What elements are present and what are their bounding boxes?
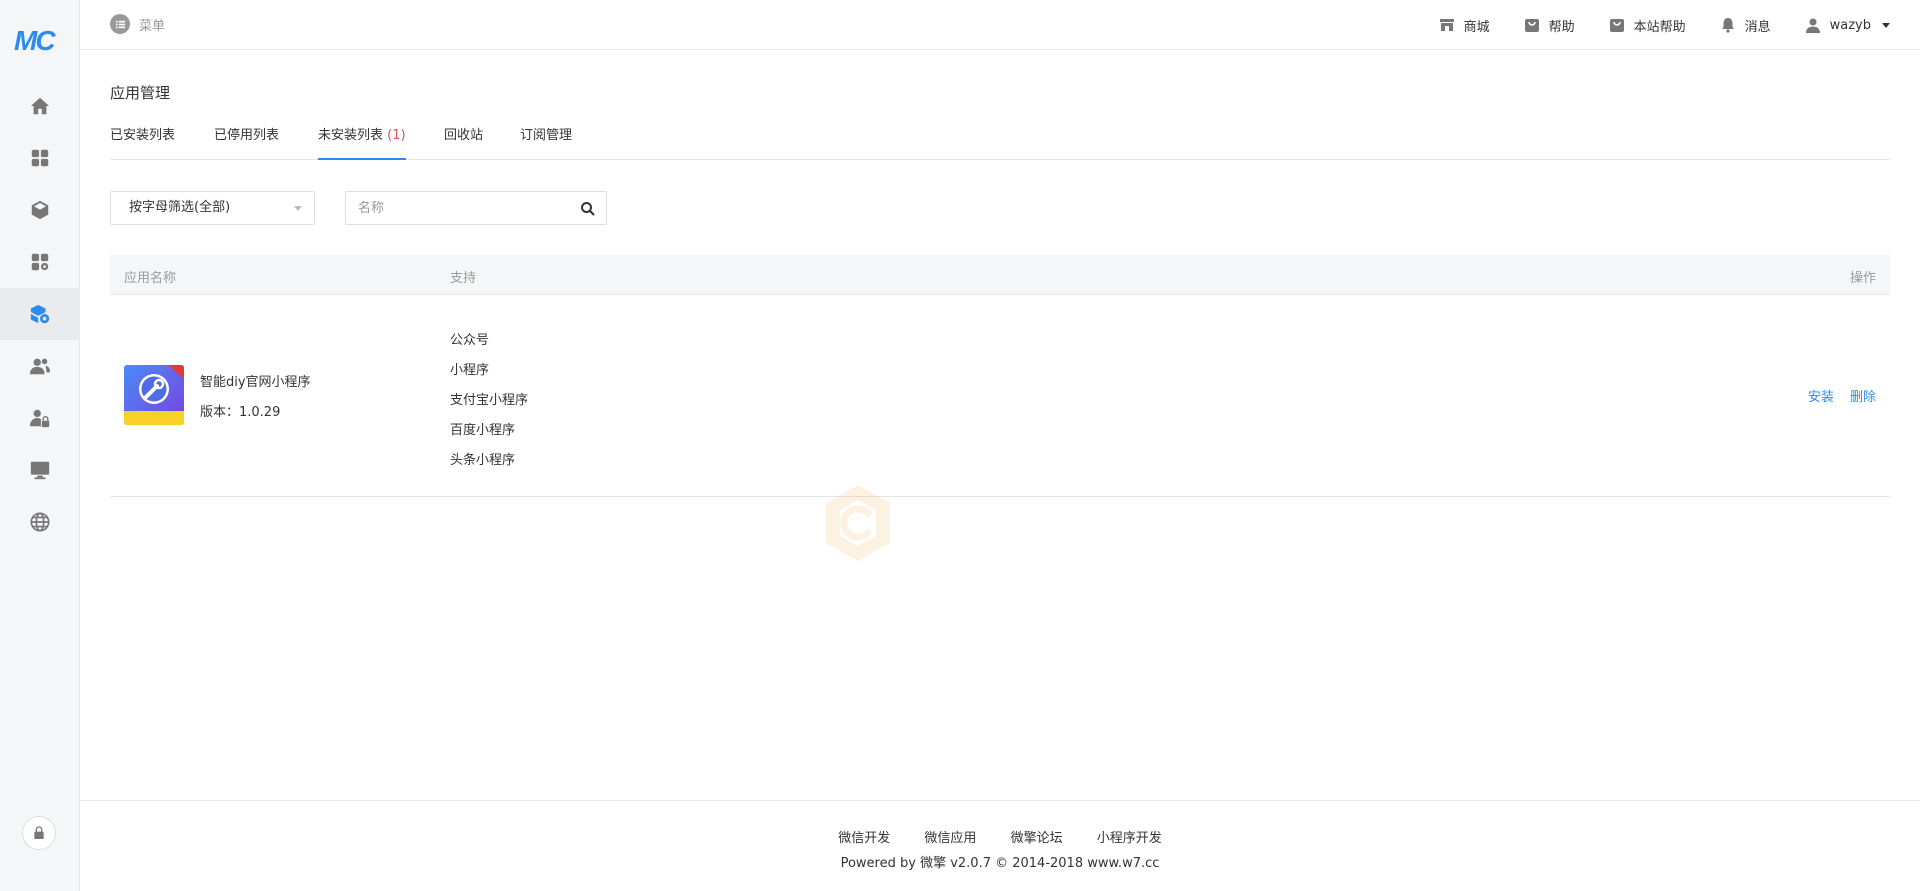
footer: 微信开发 微信应用 微擎论坛 小程序开发 Powered by 微擎 v2.0.… <box>80 800 1920 891</box>
footer-link-forum[interactable]: 微擎论坛 <box>1011 831 1063 846</box>
letter-filter-select[interactable]: 按字母筛选(全部) <box>110 191 315 225</box>
globe-icon[interactable] <box>0 496 80 548</box>
site-help-bag-icon <box>1609 19 1624 32</box>
tab-not-installed[interactable]: 未安装列表 (1) <box>318 122 406 160</box>
install-button[interactable]: 安装 <box>1808 390 1834 405</box>
menu-toggle[interactable]: 菜单 <box>110 14 165 34</box>
tab-installed[interactable]: 已安装列表 <box>110 122 175 160</box>
footer-link-wechat-dev[interactable]: 微信开发 <box>838 831 890 846</box>
chevron-down-icon <box>1882 22 1890 28</box>
tab-disabled-label: 已停用列表 <box>214 128 280 143</box>
grid-settings-icon[interactable] <box>0 236 80 288</box>
search-input[interactable] <box>346 192 566 224</box>
footer-link-miniprogram-dev[interactable]: 小程序开发 <box>1097 831 1162 846</box>
user-lock-icon[interactable] <box>0 392 80 444</box>
page-title: 应用管理 <box>110 84 171 102</box>
support-list: 公众号 小程序 支付宝小程序 百度小程序 头条小程序 <box>450 326 528 476</box>
app-icon <box>124 365 184 425</box>
tab-not-installed-label: 未安装列表 <box>318 128 384 143</box>
site-help-link[interactable]: 本站帮助 <box>1609 16 1686 35</box>
chevron-down-icon <box>294 206 302 211</box>
grid-icon[interactable] <box>0 132 80 184</box>
menu-list-icon <box>110 14 130 34</box>
tab-subscriptions-label: 订阅管理 <box>520 128 573 143</box>
help-link[interactable]: 帮助 <box>1524 16 1575 35</box>
messages-link[interactable]: 消息 <box>1720 16 1771 35</box>
user-menu[interactable]: wazyb <box>1805 17 1890 33</box>
username: wazyb <box>1829 17 1871 33</box>
top-bar: 菜单 商城 帮助 本站帮助 消息 wazyb <box>80 0 1920 50</box>
table-row: 智能diy官网小程序 版本：1.0.29 公众号 小程序 支付宝小程序 百度小程… <box>110 296 1890 497</box>
lock-icon[interactable] <box>22 816 56 850</box>
app-version: 版本：1.0.29 <box>200 405 281 420</box>
home-icon[interactable] <box>0 80 80 132</box>
footer-links: 微信开发 微信应用 微擎论坛 小程序开发 <box>80 827 1920 846</box>
store-icon <box>1439 19 1454 31</box>
site-help-link-label: 本站帮助 <box>1633 19 1686 35</box>
users-icon[interactable] <box>0 340 80 392</box>
col-app-name: 应用名称 <box>124 271 177 286</box>
tab-disabled[interactable]: 已停用列表 <box>214 122 279 160</box>
delete-button[interactable]: 删除 <box>1850 390 1876 405</box>
help-bag-icon <box>1524 19 1539 32</box>
footer-link-wechat-apps[interactable]: 微信应用 <box>924 831 976 846</box>
messages-link-label: 消息 <box>1744 19 1771 35</box>
sidebar: MC <box>0 0 80 891</box>
cube-icon[interactable] <box>0 184 80 236</box>
store-link[interactable]: 商城 <box>1439 16 1490 35</box>
support-item: 百度小程序 <box>450 423 516 438</box>
bell-icon <box>1721 18 1734 33</box>
tab-recycle-bin-label: 回收站 <box>444 128 484 143</box>
help-link-label: 帮助 <box>1548 19 1575 35</box>
watermark <box>818 480 1098 570</box>
search-box <box>345 191 607 225</box>
support-item: 头条小程序 <box>450 453 516 468</box>
app-settings-icon[interactable] <box>0 288 80 340</box>
support-item: 公众号 <box>450 333 490 348</box>
logo[interactable]: MC <box>14 26 66 56</box>
search-icon[interactable] <box>580 201 596 217</box>
tab-subscriptions[interactable]: 订阅管理 <box>520 122 572 160</box>
top-links: 商城 帮助 本站帮助 消息 wazyb <box>1405 0 1890 50</box>
store-link-label: 商城 <box>1463 19 1490 35</box>
user-icon <box>1805 18 1820 33</box>
table-header: 应用名称 支持 操作 <box>110 255 1890 295</box>
tab-bar: 已安装列表 已停用列表 未安装列表 (1) 回收站 订阅管理 <box>110 122 1890 160</box>
app-name: 智能diy官网小程序 <box>200 375 311 390</box>
menu-label: 菜单 <box>139 18 166 34</box>
col-actions: 操作 <box>1849 271 1876 286</box>
tab-installed-label: 已安装列表 <box>110 128 176 143</box>
support-item: 小程序 <box>450 363 490 378</box>
letter-filter-value: 按字母筛选(全部) <box>129 200 231 215</box>
support-item: 支付宝小程序 <box>450 393 529 408</box>
footer-copyright: Powered by 微擎 v2.0.7 © 2014-2018 www.w7.… <box>840 856 1160 871</box>
col-support: 支持 <box>450 271 477 286</box>
monitor-icon[interactable] <box>0 444 80 496</box>
tab-not-installed-count: (1) <box>387 128 406 143</box>
row-actions: 安装 删除 <box>1796 386 1876 405</box>
tab-recycle-bin[interactable]: 回收站 <box>444 122 483 160</box>
